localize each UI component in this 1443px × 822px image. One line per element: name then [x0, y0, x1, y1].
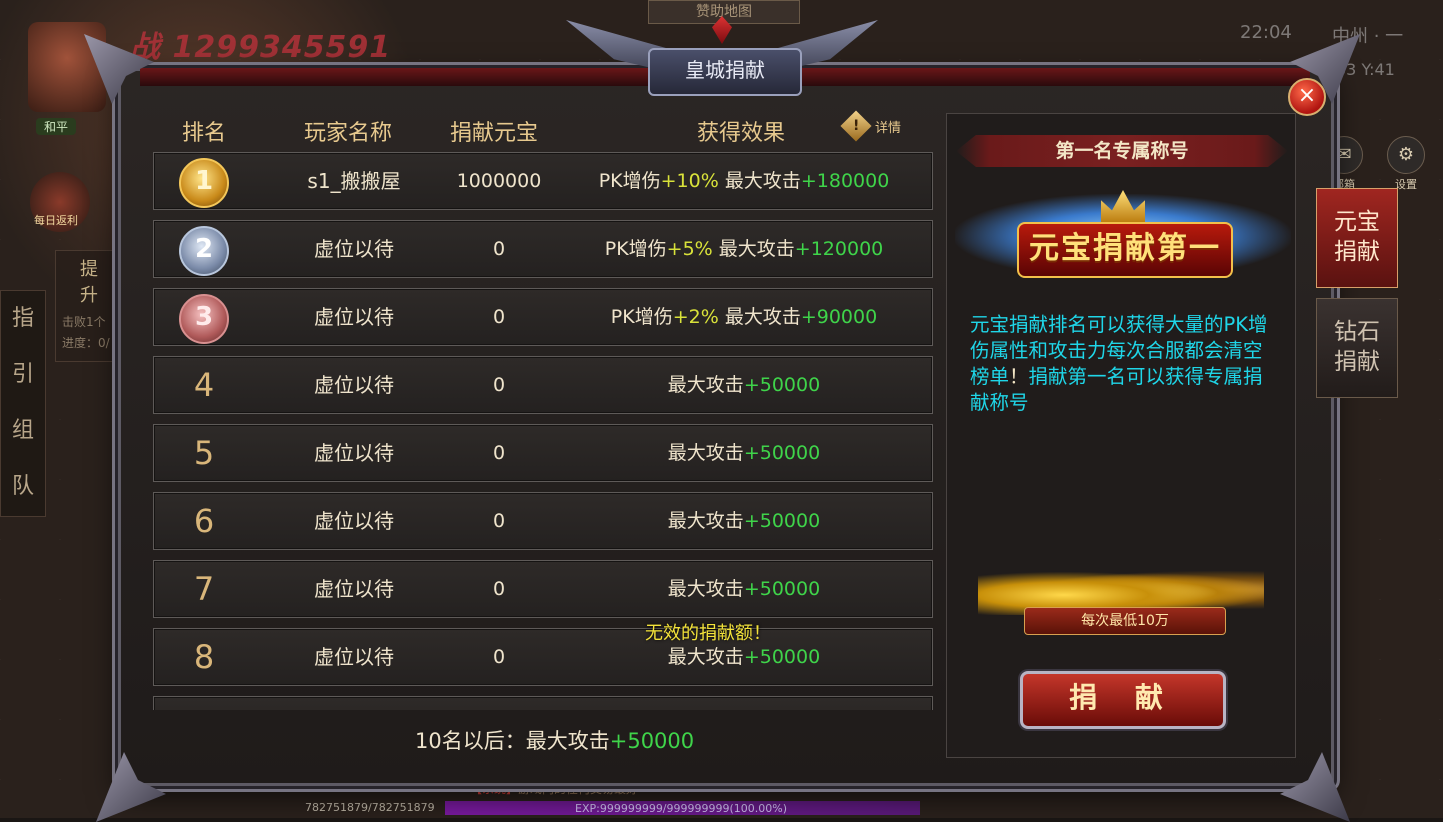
- rank-number: 8: [193, 638, 215, 676]
- donation-amount: 1000000: [456, 170, 542, 192]
- settings-label: 设置: [1395, 178, 1417, 191]
- bronze-medal-icon: 3: [179, 294, 229, 344]
- side-guide-panel[interactable]: 指 引 组 队: [0, 290, 46, 517]
- donation-amount: 0: [492, 374, 506, 396]
- pk-mode-badge[interactable]: 和平: [36, 118, 77, 135]
- side-char: 引: [11, 362, 34, 387]
- table-row: 5 虚位以待 0 最大攻击+50000: [153, 424, 933, 482]
- reward-effect: 最大攻击+50000: [667, 442, 821, 464]
- ranking-panel: 排名 玩家名称 捐献元宝 获得效果 ! 详情 1 s1_搬搬屋 1000000 …: [140, 95, 940, 760]
- header-effect: 获得效果: [697, 121, 786, 146]
- combat-power: 战 1299345591: [130, 30, 392, 65]
- ranking-list[interactable]: 1 s1_搬搬屋 1000000 PK增伤+10% 最大攻击+180000 2 …: [153, 152, 933, 710]
- badge-text: 元宝捐献第一: [1017, 222, 1233, 278]
- settings-button[interactable]: ⚙ 设置: [1386, 136, 1426, 191]
- reward-effect: 最大攻击+50000: [667, 374, 821, 396]
- rank-number: 4: [193, 366, 215, 404]
- daily-rebate-label: 每日返利: [34, 214, 78, 227]
- table-row: [153, 696, 933, 710]
- hp-readout: 782751879/782751879: [305, 801, 435, 814]
- after-top10-reward: 10名以后：最大攻击+50000: [415, 729, 695, 753]
- reward-effect: PK增伤+5% 最大攻击+120000: [604, 238, 884, 260]
- detail-button[interactable]: ! 详情: [840, 110, 902, 142]
- detail-label: 详情: [875, 120, 902, 136]
- reward-description: 元宝捐献排名可以获得大量的PK增伤属性和攻击力每次合服都会清空榜单！捐献第一名可…: [970, 313, 1268, 414]
- silver-medal-icon: 2: [179, 226, 229, 276]
- table-row: 6 虚位以待 0 最大攻击+50000: [153, 492, 933, 550]
- exp-readout: EXP:999999999/999999999(100.00%): [575, 802, 788, 815]
- donation-amount: 0: [492, 442, 506, 464]
- donate-button[interactable]: 捐 献: [1020, 671, 1226, 729]
- gear-icon: ⚙: [1387, 136, 1425, 174]
- header-player: 玩家名称: [304, 121, 393, 146]
- reward-effect: 最大攻击+50000: [667, 510, 821, 532]
- table-row: 1 s1_搬搬屋 1000000 PK增伤+10% 最大攻击+180000: [153, 152, 933, 210]
- reward-effect: PK增伤+10% 最大攻击+180000: [598, 170, 890, 192]
- minimum-donation-ribbon: 每次最低10万: [1024, 607, 1226, 635]
- title-badge: 元宝捐献第一: [955, 180, 1291, 292]
- reward-effect: 最大攻击+50000: [667, 578, 821, 600]
- side-char: 指: [11, 306, 34, 331]
- header-amount: 捐献元宝: [450, 121, 539, 146]
- exclusive-title-header: 第一名专属称号: [956, 135, 1288, 167]
- rank-number: 7: [193, 570, 215, 608]
- side-char: 队: [11, 474, 34, 499]
- rank-number: 6: [193, 502, 215, 540]
- tab-ingot-donation[interactable]: 元宝 捐献: [1316, 188, 1398, 288]
- gold-ingots-image: 每次最低10万: [978, 565, 1264, 637]
- tab-diamond-donation[interactable]: 钻石 捐献: [1316, 298, 1398, 398]
- donation-amount: 0: [492, 646, 506, 668]
- clock: 22:04: [1240, 22, 1292, 43]
- donation-amount: 0: [492, 306, 506, 328]
- info-diamond-icon: !: [840, 110, 872, 142]
- reward-effect: PK增伤+2% 最大攻击+90000: [610, 306, 878, 328]
- table-row: 7 虚位以待 0 最大攻击+50000: [153, 560, 933, 618]
- table-row: 2 虚位以待 0 PK增伤+5% 最大攻击+120000: [153, 220, 933, 278]
- donation-amount: 0: [492, 578, 506, 600]
- donation-amount: 0: [492, 238, 506, 260]
- rank-number: 5: [193, 434, 215, 472]
- donation-amount: 0: [492, 510, 506, 532]
- table-row: 3 虚位以待 0 PK增伤+2% 最大攻击+90000: [153, 288, 933, 346]
- side-char: 组: [11, 418, 34, 443]
- dialog-title: 皇城捐献: [648, 48, 802, 96]
- invalid-amount-toast: 无效的捐献额！: [645, 623, 771, 644]
- table-row: 4 虚位以待 0 最大攻击+50000: [153, 356, 933, 414]
- header-rank: 排名: [182, 121, 227, 146]
- player-avatar[interactable]: [28, 22, 106, 112]
- gold-medal-icon: 1: [179, 158, 229, 208]
- table-row: 8 虚位以待 0 最大攻击+50000: [153, 628, 933, 686]
- close-button[interactable]: ×: [1288, 78, 1326, 116]
